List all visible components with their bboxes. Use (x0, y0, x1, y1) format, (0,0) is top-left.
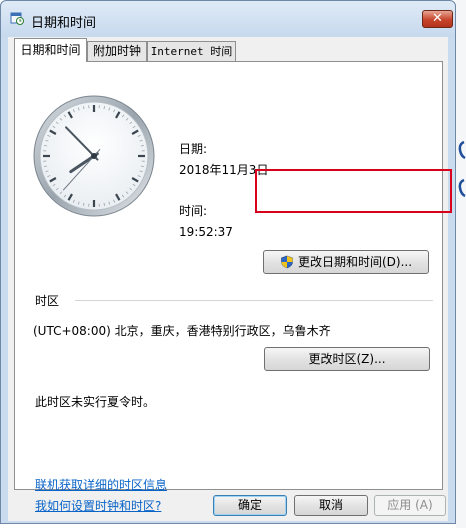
background-fragment-icon (458, 140, 466, 198)
tab-panel: 日期: 2018年11月3日 时间: 19:52:37 更改日期和时间(D)..… (14, 61, 443, 513)
date-label: 日期: (179, 142, 208, 156)
background-decoration (458, 138, 466, 208)
date-time-dialog: 日期和时间 ✕ 日期和时间 附加时钟 Internet 时间 日期: 2018年… (0, 0, 456, 524)
close-button[interactable]: ✕ (422, 10, 453, 28)
tab-date-and-time[interactable]: 日期和时间 (14, 38, 87, 62)
calendar-clock-icon (10, 12, 24, 25)
close-icon: ✕ (432, 11, 443, 26)
clock-center-pin (91, 153, 97, 159)
annotation-highlight-box (255, 169, 452, 213)
apply-button[interactable]: 应用 (A) (374, 495, 446, 516)
cancel-button[interactable]: 取消 (294, 495, 368, 516)
dst-note: 此时区未实行夏令时。 (35, 395, 156, 409)
timezone-value: (UTC+08:00) 北京，重庆，香港特别行政区，乌鲁木齐 (33, 324, 331, 338)
change-date-time-button[interactable]: 更改日期和时间(D)... (263, 250, 429, 274)
time-label: 时间: (179, 204, 208, 218)
change-timezone-button[interactable]: 更改时区(Z)... (264, 347, 430, 371)
dialog-client-area: 日期和时间 附加时钟 Internet 时间 日期: 2018年11月3日 时间… (8, 37, 448, 521)
window-title: 日期和时间 (31, 16, 97, 31)
timezone-info-link[interactable]: 联机获取详细的时区信息 (35, 476, 167, 493)
background-window-edge (456, 0, 466, 528)
uac-shield-icon (281, 255, 293, 269)
tab-internet-time[interactable]: Internet 时间 (147, 41, 236, 61)
time-value: 19:52:37 (179, 225, 233, 239)
timezone-separator (75, 300, 433, 301)
tab-additional-clocks[interactable]: 附加时钟 (87, 41, 147, 61)
analog-clock (33, 95, 155, 217)
title-bar[interactable]: 日期和时间 ✕ (1, 1, 455, 37)
change-date-time-label: 更改日期和时间(D)... (297, 255, 413, 269)
how-to-set-link[interactable]: 我如何设置时钟和时区? (35, 497, 161, 514)
timezone-section-label: 时区 (35, 294, 60, 308)
ok-button[interactable]: 确定 (213, 495, 287, 516)
